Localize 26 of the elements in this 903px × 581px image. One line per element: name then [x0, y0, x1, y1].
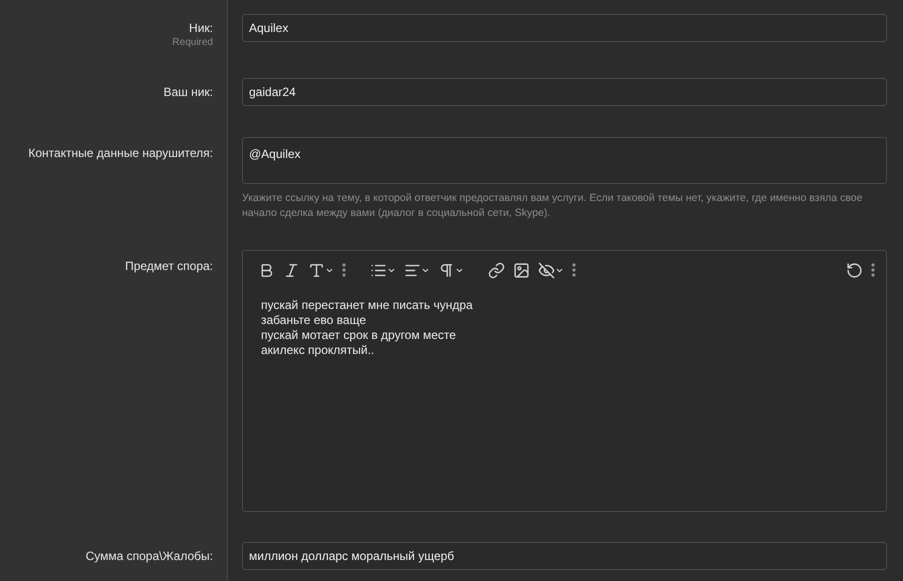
text-field[interactable]: gaidar24 — [242, 78, 887, 106]
hide-icon — [538, 262, 555, 278]
field-label: Сумма спора\Жалобы: — [86, 549, 213, 563]
field-label: Ник: — [189, 21, 213, 35]
rich-text-editor[interactable]: пускай перестанет мне писать чундра забаньте ево ваще пускай мотает срок в другом месте акилекс проклятый.. — [242, 250, 887, 512]
paragraph-icon — [438, 262, 455, 278]
undo-icon — [846, 262, 863, 278]
more-icon — [342, 263, 346, 277]
required-note: Required — [172, 37, 213, 48]
text-field[interactable]: Aquilex — [242, 14, 887, 42]
text-line: пускай мотает срок в другом месте — [261, 328, 457, 343]
field-hint: Укажите ссылку на тему, в которой ответчик предоставлял вам услуги. Если таковой темы нет, укажите, где именно взяла свое начало сделка между вами (диалог в социальной сети, Skype). — [242, 191, 864, 221]
field-label: Контактные данные нарушителя: — [28, 146, 213, 160]
text-line: акилекс проклятый.. — [261, 343, 376, 358]
text-field[interactable]: миллион долларс моральный ущерб — [242, 542, 887, 570]
text-line: забаньте ево ваще — [261, 313, 368, 328]
text-size-icon — [308, 262, 325, 278]
field-label: Предмет спора: — [125, 259, 213, 273]
text-line: пускай перестанет мне писать чундра — [261, 298, 474, 313]
more-icon — [572, 263, 576, 277]
text-area[interactable]: @Aquilex — [242, 137, 887, 184]
more-icon — [871, 263, 875, 277]
italic-icon — [283, 262, 300, 278]
image-icon — [513, 262, 530, 278]
link-icon — [488, 262, 505, 278]
field-label: Ваш ник: — [163, 85, 213, 99]
